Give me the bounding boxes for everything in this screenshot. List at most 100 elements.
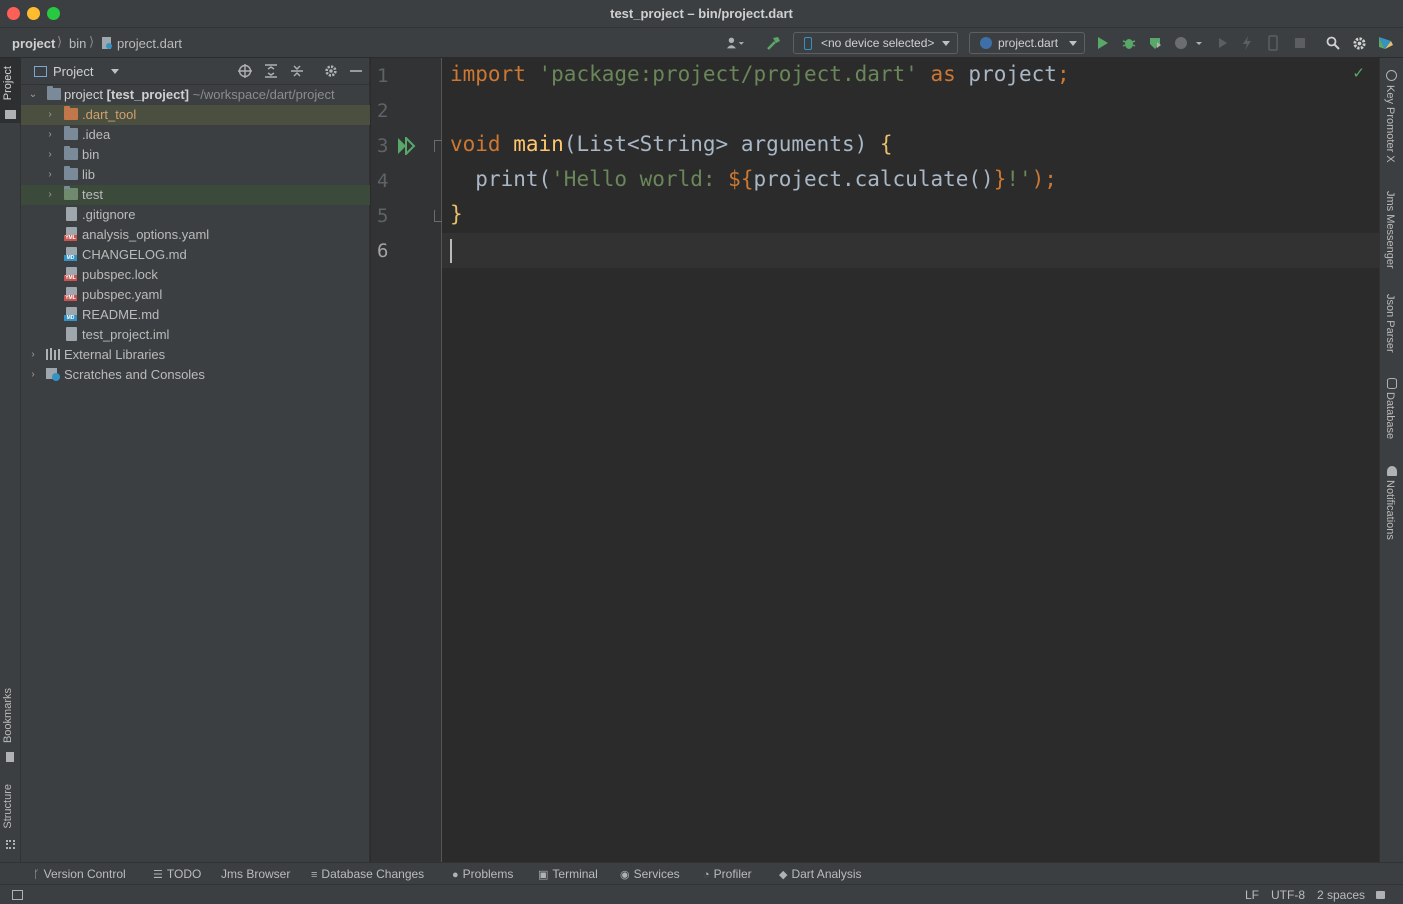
key-promoter-tab[interactable]: Key Promoter X [1384, 85, 1396, 163]
user-icon[interactable] [726, 34, 744, 52]
settings-gear-icon[interactable] [1350, 34, 1368, 52]
tree-item-changelog[interactable]: MD CHANGELOG.md [21, 245, 370, 265]
code-line-4: print('Hello world: ${project.calculate(… [475, 167, 1057, 191]
key-promoter-icon [1386, 70, 1397, 81]
breadcrumb-bin[interactable]: bin [69, 36, 86, 51]
hot-reload-icon[interactable] [1238, 34, 1256, 52]
line-number: 3 [377, 135, 389, 157]
chevron-right-icon[interactable]: › [44, 167, 56, 181]
profiler-tab[interactable]: ◔ Profiler [703, 867, 752, 881]
toggle-tool-windows-icon[interactable] [12, 890, 23, 900]
project-panel-title[interactable]: Project [53, 64, 93, 79]
indent-indicator[interactable]: 2 spaces [1317, 888, 1365, 902]
chevron-right-icon[interactable]: › [44, 147, 56, 161]
notifications-bell-icon [1387, 466, 1397, 476]
tree-item-dart-tool[interactable]: › .dart_tool [21, 105, 370, 125]
current-line-highlight [442, 233, 1379, 268]
structure-icon [6, 840, 15, 849]
chevron-right-icon[interactable]: › [44, 187, 56, 201]
settings-gear-icon[interactable] [322, 62, 340, 80]
breadcrumb-file[interactable]: project.dart [117, 36, 182, 51]
debug-bug-icon[interactable] [1120, 34, 1138, 52]
code-editor[interactable]: ✓ import 'package:project/project.dart' … [442, 58, 1379, 862]
folder-icon [64, 146, 78, 160]
project-tool-tab[interactable]: Project [2, 66, 14, 100]
database-tab[interactable]: Database [1384, 392, 1396, 439]
device-mirror-icon[interactable] [1264, 34, 1282, 52]
yaml-file-icon: YML [64, 267, 77, 281]
tree-item-scratches[interactable]: › Scratches and Consoles [21, 365, 370, 385]
dart-icon [980, 37, 992, 49]
tree-item-test[interactable]: › test [21, 185, 370, 205]
libraries-icon [46, 348, 60, 360]
chevron-down-icon [1069, 41, 1077, 46]
tree-item-readme[interactable]: MD README.md [21, 305, 370, 325]
dart-file-icon [98, 34, 116, 52]
tree-item-external-libraries[interactable]: › External Libraries [21, 345, 370, 365]
collapse-all-icon[interactable] [288, 62, 306, 80]
chevron-right-icon[interactable]: › [27, 347, 39, 361]
left-tool-strip: Project Bookmarks Structure [0, 58, 21, 862]
database-changes-tab[interactable]: ≡ Database Changes [311, 867, 424, 881]
info-icon: ● [452, 869, 459, 881]
expand-all-icon[interactable] [262, 62, 280, 80]
notifications-tab[interactable]: Notifications [1384, 480, 1396, 540]
status-bar: LF UTF-8 2 spaces [0, 884, 1403, 904]
device-selector[interactable]: <no device selected> [793, 32, 958, 54]
chevron-right-icon[interactable]: › [27, 367, 39, 381]
problems-tab[interactable]: ● Problems [452, 867, 513, 881]
run-gutter-icon[interactable] [397, 135, 417, 158]
chevron-right-icon[interactable]: › [44, 107, 56, 121]
profile-run-icon[interactable] [1172, 34, 1206, 52]
module-folder-icon [47, 86, 61, 100]
services-tab[interactable]: ◉ Services [620, 867, 680, 881]
select-opened-file-icon[interactable] [236, 62, 254, 80]
breadcrumb-project[interactable]: project [12, 36, 55, 51]
tree-item-pubspec-yaml[interactable]: YML pubspec.yaml [21, 285, 370, 305]
tree-root-project[interactable]: ⌄ project [test_project] ~/workspace/dar… [21, 85, 370, 105]
line-number: 1 [377, 65, 389, 87]
run-icon[interactable] [1094, 34, 1112, 52]
bookmarks-tool-tab[interactable]: Bookmarks [2, 688, 14, 743]
tree-item-gitignore[interactable]: .gitignore [21, 205, 370, 225]
tree-item-pubspec-lock[interactable]: YML pubspec.lock [21, 265, 370, 285]
terminal-tab[interactable]: ▣ Terminal [538, 867, 598, 881]
title-bar: test_project – bin/project.dart [0, 0, 1403, 28]
json-parser-tab[interactable]: Json Parser [1384, 294, 1396, 353]
no-problems-check-icon[interactable]: ✓ [1352, 64, 1365, 82]
todo-tab[interactable]: ☰ TODO [153, 867, 201, 881]
ide-logo-icon[interactable] [1376, 34, 1394, 52]
hide-panel-icon[interactable] [347, 62, 365, 80]
search-icon[interactable] [1324, 34, 1342, 52]
line-number: 6 [377, 240, 389, 262]
tree-item-bin[interactable]: › bin [21, 145, 370, 165]
structure-tool-tab[interactable]: Structure [2, 784, 14, 829]
stop-icon[interactable] [1291, 34, 1309, 52]
chevron-down-icon[interactable] [111, 69, 119, 74]
build-hammer-icon[interactable] [765, 34, 783, 52]
line-number: 5 [377, 205, 389, 227]
lock-icon[interactable] [1376, 891, 1385, 899]
attach-debugger-icon[interactable] [1214, 34, 1232, 52]
encoding-indicator[interactable]: UTF-8 [1271, 888, 1305, 902]
tree-item-lib[interactable]: › lib [21, 165, 370, 185]
tree-item-analysis-options[interactable]: YML analysis_options.yaml [21, 225, 370, 245]
coverage-shield-icon[interactable] [1146, 34, 1164, 52]
run-configuration-selector[interactable]: project.dart [969, 32, 1085, 54]
iml-file-icon [66, 327, 77, 341]
tree-item-idea[interactable]: › .idea [21, 125, 370, 145]
text-caret [450, 239, 452, 263]
database-icon: ≡ [311, 869, 318, 881]
jms-messenger-tab[interactable]: Jms Messenger [1384, 191, 1396, 269]
scratches-icon [46, 368, 60, 381]
folder-icon [64, 126, 78, 140]
dart-analysis-tab[interactable]: ◆ Dart Analysis [779, 867, 862, 881]
folder-icon [5, 110, 16, 119]
jms-browser-tab[interactable]: Jms Browser [221, 867, 290, 881]
chevron-down-icon [942, 41, 950, 46]
version-control-tab[interactable]: ᚴ Version Control [33, 867, 126, 881]
chevron-right-icon[interactable]: › [44, 127, 56, 141]
chevron-down-icon[interactable]: ⌄ [27, 87, 39, 101]
line-separator-indicator[interactable]: LF [1245, 888, 1259, 902]
tree-item-iml[interactable]: test_project.iml [21, 325, 370, 345]
